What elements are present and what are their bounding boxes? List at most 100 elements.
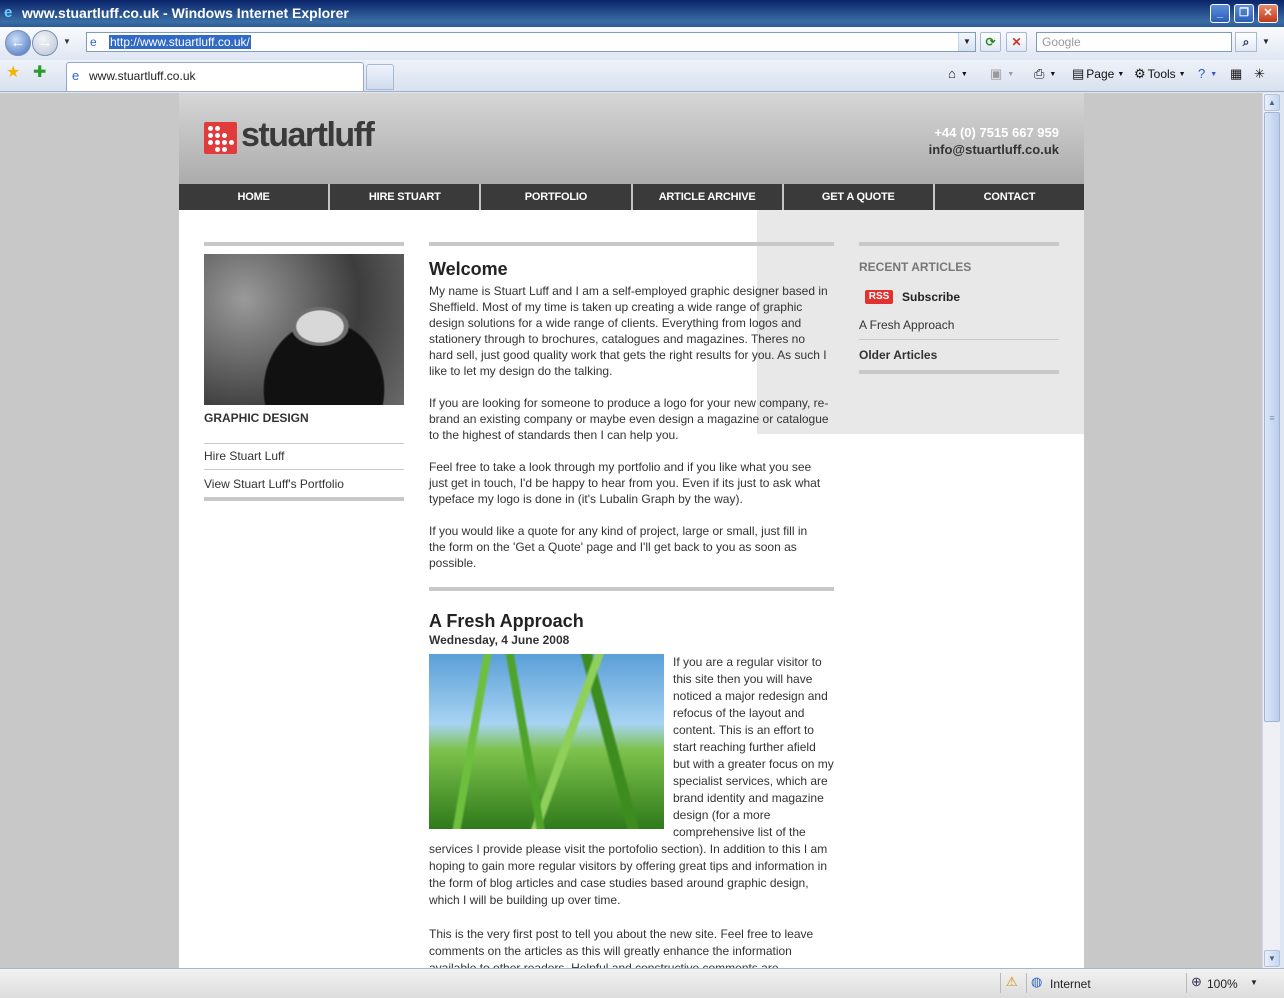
rss-icon[interactable]: RSS bbox=[865, 290, 893, 304]
zoom-dropdown[interactable]: ▼ bbox=[1250, 978, 1258, 987]
help-icon: ? bbox=[1198, 66, 1206, 81]
separator bbox=[1026, 973, 1027, 993]
nav-article-archive[interactable]: ARTICLE ARCHIVE bbox=[633, 184, 784, 210]
sidebar-heading: GRAPHIC DESIGN bbox=[204, 411, 309, 425]
tab-title: www.stuartluff.co.uk bbox=[89, 69, 196, 83]
zoom-level[interactable]: 100% bbox=[1207, 977, 1238, 991]
site-header: stuartluff +44 (0) 7515 667 959 info@stu… bbox=[179, 93, 1084, 184]
logo-wordmark: stuartluff bbox=[241, 116, 375, 154]
divider bbox=[204, 242, 404, 246]
stop-button[interactable]: ✕ bbox=[1006, 32, 1027, 52]
welcome-paragraph-1: My name is Stuart Luff and I am a self-e… bbox=[429, 284, 828, 378]
back-button[interactable]: ← bbox=[5, 30, 31, 56]
phone-number: +44 (0) 7515 667 959 bbox=[934, 125, 1059, 140]
feed-icon: ▣ bbox=[990, 66, 1003, 81]
divider bbox=[429, 587, 834, 591]
ie-logo-icon: e bbox=[4, 4, 13, 21]
article-title[interactable]: A Fresh Approach bbox=[429, 611, 584, 632]
recent-article-link[interactable]: A Fresh Approach bbox=[859, 317, 954, 333]
web-page: stuartluff +44 (0) 7515 667 959 info@stu… bbox=[179, 93, 1084, 968]
divider bbox=[204, 443, 404, 444]
printer-icon: ⎙ bbox=[1034, 66, 1045, 81]
search-options-dropdown[interactable]: ▼ bbox=[1259, 32, 1273, 52]
bluetooth-icon: ✳ bbox=[1254, 66, 1265, 81]
scroll-thumb[interactable]: ≡ bbox=[1264, 112, 1280, 722]
nav-get-a-quote[interactable]: GET A QUOTE bbox=[784, 184, 935, 210]
gear-icon: ⚙ bbox=[1134, 66, 1146, 81]
separator bbox=[1186, 973, 1187, 993]
search-icon[interactable]: ⌕ bbox=[1235, 32, 1257, 52]
divider bbox=[204, 497, 404, 501]
profile-photo bbox=[204, 254, 404, 405]
nav-hire-stuart[interactable]: HIRE STUART bbox=[330, 184, 482, 210]
protected-mode-icon: ⚠ bbox=[1006, 974, 1018, 989]
home-button[interactable]: ⌂ ▼ bbox=[948, 65, 968, 84]
research-button[interactable]: ▦ bbox=[1230, 65, 1244, 83]
url-field[interactable]: e http://www.stuartluff.co.uk/ ▼ bbox=[86, 32, 976, 52]
extras-button[interactable]: ✳ bbox=[1254, 65, 1267, 83]
nav-contact[interactable]: CONTACT bbox=[935, 184, 1084, 210]
maximize-button[interactable]: ❐ bbox=[1234, 4, 1254, 23]
divider bbox=[859, 242, 1059, 246]
zoom-icon: ⊕ bbox=[1191, 974, 1202, 989]
page-menu[interactable]: ▤ Page ▼ bbox=[1072, 65, 1124, 84]
email-address[interactable]: info@stuartluff.co.uk bbox=[929, 141, 1059, 158]
page-icon: e bbox=[90, 35, 97, 49]
url-dropdown[interactable]: ▼ bbox=[958, 33, 975, 51]
window-title: www.stuartluff.co.uk - Windows Internet … bbox=[22, 5, 349, 21]
forward-button[interactable]: → bbox=[32, 30, 58, 56]
sidebar-link-portfolio[interactable]: View Stuart Luff's Portfolio bbox=[204, 477, 404, 491]
browser-window: e www.stuartluff.co.uk - Windows Interne… bbox=[0, 0, 1284, 998]
article-paragraph-1: If you are a regular visitor to this sit… bbox=[429, 654, 835, 909]
research-icon: ▦ bbox=[1230, 66, 1243, 81]
tab-current[interactable]: e www.stuartluff.co.uk bbox=[66, 62, 364, 91]
nav-portfolio[interactable]: PORTFOLIO bbox=[481, 184, 633, 210]
header-contact: +44 (0) 7515 667 959 info@stuartluff.co.… bbox=[929, 124, 1059, 158]
page-menu-icon: ▤ bbox=[1072, 66, 1085, 81]
recent-pages-dropdown[interactable]: ▼ bbox=[63, 37, 71, 46]
logo-mark-icon bbox=[204, 122, 237, 154]
recent-articles-heading: RECENT ARTICLES bbox=[859, 260, 972, 274]
new-tab-button[interactable] bbox=[366, 64, 394, 90]
favorites-star-icon[interactable]: ★ bbox=[6, 64, 20, 82]
home-icon: ⌂ bbox=[948, 66, 956, 81]
search-input[interactable]: Google bbox=[1036, 32, 1232, 52]
refresh-button[interactable]: ⟳ bbox=[980, 32, 1001, 52]
internet-globe-icon: ◍ bbox=[1031, 974, 1043, 989]
older-articles-link[interactable]: Older Articles bbox=[859, 347, 937, 363]
scroll-up-button[interactable]: ▲ bbox=[1264, 94, 1280, 111]
help-button[interactable]: ? ▼ bbox=[1198, 65, 1217, 84]
scroll-down-button[interactable]: ▼ bbox=[1264, 950, 1280, 967]
divider bbox=[859, 339, 1059, 340]
divider bbox=[429, 242, 834, 246]
welcome-title: Welcome bbox=[429, 259, 508, 279]
welcome-paragraph-3: Feel free to take a look through my port… bbox=[429, 460, 821, 506]
minimize-button[interactable]: _ bbox=[1210, 4, 1230, 23]
title-bar: e www.stuartluff.co.uk - Windows Interne… bbox=[0, 0, 1284, 27]
security-zone: Internet bbox=[1050, 977, 1091, 991]
divider bbox=[204, 469, 404, 470]
close-button[interactable]: ✕ bbox=[1258, 4, 1278, 23]
nav-home[interactable]: HOME bbox=[179, 184, 331, 210]
main-nav: HOME HIRE STUART PORTFOLIO ARTICLE ARCHI… bbox=[179, 184, 1084, 210]
url-text: http://www.stuartluff.co.uk/ bbox=[109, 35, 251, 49]
image-float-spacer bbox=[429, 654, 673, 830]
divider bbox=[859, 370, 1059, 374]
tab-bar: ★ ✚ e www.stuartluff.co.uk ⌂ ▼ ▣ ▼ ⎙ ▼ ▤ Pag… bbox=[0, 60, 1284, 92]
welcome-paragraph-2: If you are looking for someone to produc… bbox=[429, 396, 829, 442]
sidebar-link-hire[interactable]: Hire Stuart Luff bbox=[204, 449, 404, 463]
article-date: Wednesday, 4 June 2008 bbox=[429, 633, 570, 647]
separator bbox=[1000, 973, 1001, 993]
page-viewport: stuartluff +44 (0) 7515 667 959 info@stu… bbox=[0, 93, 1262, 968]
add-favorites-icon[interactable]: ✚ bbox=[33, 64, 46, 82]
vertical-scrollbar[interactable]: ▲ ≡ ▼ bbox=[1262, 93, 1280, 968]
address-bar: ← → ▼ e http://www.stuartluff.co.uk/ ▼ ⟳… bbox=[0, 27, 1284, 60]
welcome-paragraph-4: If you would like a quote for any kind o… bbox=[429, 524, 808, 570]
subscribe-link[interactable]: Subscribe bbox=[902, 289, 960, 305]
feeds-button[interactable]: ▣ ▼ bbox=[990, 65, 1014, 84]
tools-menu[interactable]: ⚙ Tools ▼ bbox=[1134, 65, 1186, 84]
article-paragraph-2: This is the very first post to tell you … bbox=[429, 927, 814, 968]
ie-page-icon: e bbox=[72, 68, 80, 83]
status-bar: ⚠ ◍ Internet ⊕ 100% ▼ bbox=[0, 968, 1284, 998]
print-button[interactable]: ⎙ ▼ bbox=[1034, 65, 1056, 84]
